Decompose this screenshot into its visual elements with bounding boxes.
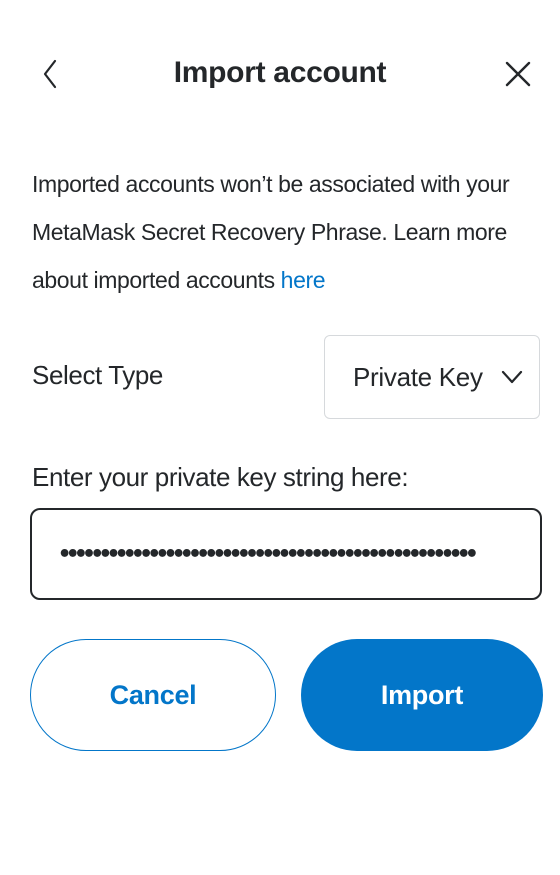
learn-more-link[interactable]: here [281, 267, 326, 293]
import-button[interactable]: Import [301, 639, 543, 751]
import-description: Imported accounts won’t be associated wi… [32, 160, 542, 304]
cancel-button[interactable]: Cancel [30, 639, 276, 751]
page-title: Import account [173, 56, 387, 89]
close-button[interactable] [496, 52, 540, 96]
account-type-dropdown[interactable]: Private Key [324, 335, 540, 419]
private-key-masked-value: ••••••••••••••••••••••••••••••••••••••••… [58, 541, 479, 567]
description-text: Imported accounts won’t be associated wi… [32, 171, 510, 293]
header: Import account [0, 40, 560, 110]
select-type-label: Select Type [32, 360, 163, 390]
close-icon [505, 61, 531, 87]
chevron-down-icon [501, 370, 523, 384]
private-key-input[interactable]: ••••••••••••••••••••••••••••••••••••••••… [30, 508, 542, 600]
private-key-label: Enter your private key string here: [32, 462, 409, 492]
selected-type-value: Private Key [353, 361, 483, 392]
